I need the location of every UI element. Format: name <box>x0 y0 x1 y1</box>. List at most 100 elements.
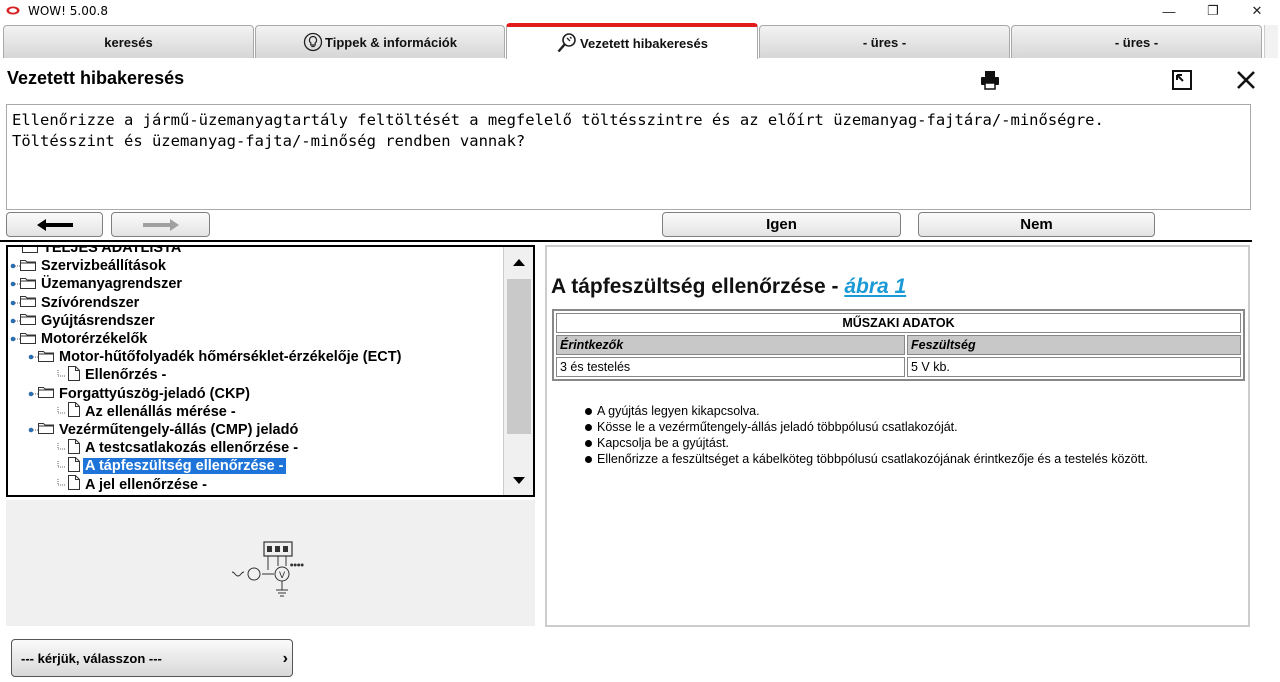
tab-label: Vezetett hibakeresés <box>580 35 708 51</box>
expand-node-icon[interactable] <box>28 389 38 399</box>
arrow-left-icon <box>36 218 73 231</box>
document-icon <box>68 438 80 458</box>
expand-node-icon[interactable] <box>28 352 38 362</box>
chevron-right-icon: › <box>282 650 288 667</box>
tree-item-label: A testcsatlakozás ellenőrzése - <box>85 440 299 457</box>
folder-icon <box>20 258 36 275</box>
tab-label: keresés <box>104 34 153 50</box>
tab-scroll-strip[interactable] <box>1264 25 1278 58</box>
tree-view[interactable]: TELJES ADATLISTA Szervizbeállítások Üzeman… <box>6 245 535 497</box>
figure-link[interactable]: ábra 1 <box>844 275 906 298</box>
tab-label: - üres - <box>1114 34 1159 50</box>
expand-node-icon[interactable] <box>28 425 38 435</box>
list-item: Kösse le a vezérműtengely-állás jeladó t… <box>583 419 1148 435</box>
spec-cell: 5 V kb. <box>907 357 1241 377</box>
close-icon[interactable] <box>1232 66 1260 94</box>
minimize-window-icon[interactable] <box>1168 66 1196 94</box>
divider <box>0 240 1252 242</box>
tree-item-label: Vezérműtengely-állás (CMP) jeladó <box>59 421 299 438</box>
tree-item[interactable]: Az ellenállás mérése - <box>8 402 504 421</box>
tree-connector-icon <box>57 479 66 486</box>
tree-item-label: Forgattyúszög-jeladó (CKP) <box>59 385 250 402</box>
tree-item[interactable]: A jel ellenőrzése - <box>8 475 504 493</box>
tree-item-label: Ellenőrzés - <box>85 367 167 384</box>
close-window-button[interactable]: ✕ <box>1234 0 1280 22</box>
svg-text:●●●●: ●●●● <box>290 562 304 567</box>
expand-node-icon[interactable] <box>10 298 20 308</box>
tree-item-label: Motor-hűtőfolyadék hőmérséklet-érzékelőj… <box>59 349 402 366</box>
app-logo-icon <box>6 6 20 15</box>
tree-item[interactable]: Gyújtásrendszer <box>8 312 504 330</box>
tree-connector-icon <box>57 406 66 414</box>
spec-table: MŰSZAKI ADATOK Érintkezők Feszültség 3 é… <box>552 309 1245 381</box>
tab-empty-1[interactable]: - üres - <box>759 25 1010 58</box>
tree-connector-icon <box>57 443 66 450</box>
tree-item-label: Az ellenállás mérése - <box>85 403 236 420</box>
minimize-button[interactable]: — <box>1146 0 1192 22</box>
expand-node-icon[interactable] <box>10 316 20 326</box>
tree-item[interactable]: Üzemanyagrendszer <box>8 275 504 293</box>
tree-item[interactable]: Forgattyúszög-jeladó (CKP) <box>8 385 504 403</box>
tab-tips[interactable]: Tippek & információk <box>255 25 505 58</box>
steps-list: A gyújtás legyen kikapcsolva. Kösse le a… <box>583 403 1148 467</box>
restore-button[interactable]: ❐ <box>1190 0 1236 22</box>
tab-search[interactable]: keresés <box>3 25 254 58</box>
tree-item-label: A jel ellenőrzése - <box>85 476 207 493</box>
folder-icon <box>22 247 38 257</box>
folder-icon <box>20 294 36 311</box>
tree-item-label: Szervizbeállítások <box>41 258 166 275</box>
folder-icon <box>20 312 36 329</box>
tree-item[interactable]: Motorérzékelők <box>8 330 504 348</box>
no-button[interactable]: Nem <box>918 212 1155 237</box>
title-bar: WOW! 5.00.8 — ❐ ✕ <box>0 0 1280 22</box>
tree-connector-icon <box>57 370 66 377</box>
forward-button[interactable] <box>111 212 210 237</box>
table-row: 3 és testelés 5 V kb. <box>556 357 1241 377</box>
spec-heading-row: MŰSZAKI ADATOK <box>556 313 1241 333</box>
selection-dropdown[interactable]: --- kérjük, válasszon --- › <box>11 639 293 677</box>
tab-guided-troubleshooting[interactable]: Vezetett hibakeresés <box>506 23 758 59</box>
tree-item[interactable]: Vezérműtengely-állás (CMP) jeladó <box>8 421 504 439</box>
tree-item[interactable]: Motor-hűtőfolyadék hőmérséklet-érzékelőj… <box>8 348 504 366</box>
tree-item[interactable]: A tápfeszültség ellenőrzése - <box>8 456 504 475</box>
printer-icon[interactable] <box>976 66 1004 94</box>
page-title: Vezetett hibakeresés <box>7 68 185 88</box>
tree-item[interactable]: Ellenőrzés - <box>8 365 504 385</box>
question-line-2: Töltésszint és üzemanyag-fajta/-minőség … <box>12 132 526 150</box>
document-icon <box>68 402 80 421</box>
tree-item[interactable]: A testcsatlakozás ellenőrzése - <box>8 438 504 458</box>
expand-node-icon[interactable] <box>10 261 20 271</box>
tree-item[interactable]: Szívórendszer <box>8 294 504 312</box>
search-wrench-icon <box>557 33 576 53</box>
tab-label: Tippek & információk <box>325 34 457 50</box>
tab-empty-2[interactable]: - üres - <box>1011 25 1262 58</box>
folder-icon <box>20 276 36 293</box>
folder-icon <box>38 385 54 402</box>
spec-col-voltage: Feszültség <box>907 335 1241 355</box>
list-item: Ellenőrizze a feszültséget a kábelköteg … <box>583 451 1148 467</box>
list-item: Kapcsolja be a gyújtást. <box>583 435 1148 451</box>
document-icon <box>68 365 80 385</box>
tree-scrollbar[interactable] <box>503 247 533 495</box>
list-item: A gyújtás legyen kikapcsolva. <box>583 403 1148 419</box>
expand-node-icon[interactable] <box>10 279 20 289</box>
diagram-panel: V ●●●● <box>6 500 535 626</box>
tree-item-label: TELJES ADATLISTA <box>43 245 182 257</box>
content-title: A tápfeszültség ellenőrzése - ábra 1 <box>551 275 906 299</box>
tree-item[interactable]: Szervizbeállítások <box>8 257 504 275</box>
scroll-down-icon[interactable] <box>504 465 533 495</box>
content-panel: A tápfeszültség ellenőrzése - ábra 1 MŰS… <box>545 245 1250 627</box>
window-title: WOW! 5.00.8 <box>28 4 108 18</box>
spec-col-contacts: Érintkezők <box>556 335 905 355</box>
scroll-thumb[interactable] <box>507 279 531 434</box>
tree-item-label: A tápfeszültség ellenőrzése - <box>83 458 286 475</box>
scroll-up-icon[interactable] <box>504 247 533 277</box>
question-line-1: Ellenőrizze a jármű-üzemanyagtartály fel… <box>12 111 1104 129</box>
tree-item-label: Motorérzékelők <box>41 331 148 348</box>
voltmeter-circuit-icon: V ●●●● <box>231 541 304 597</box>
tree-item[interactable]: TELJES ADATLISTA <box>8 245 504 257</box>
back-button[interactable] <box>6 212 103 237</box>
expand-node-icon[interactable] <box>10 334 20 344</box>
yes-button[interactable]: Igen <box>662 212 901 237</box>
selection-label: --- kérjük, válasszon --- <box>21 650 162 666</box>
